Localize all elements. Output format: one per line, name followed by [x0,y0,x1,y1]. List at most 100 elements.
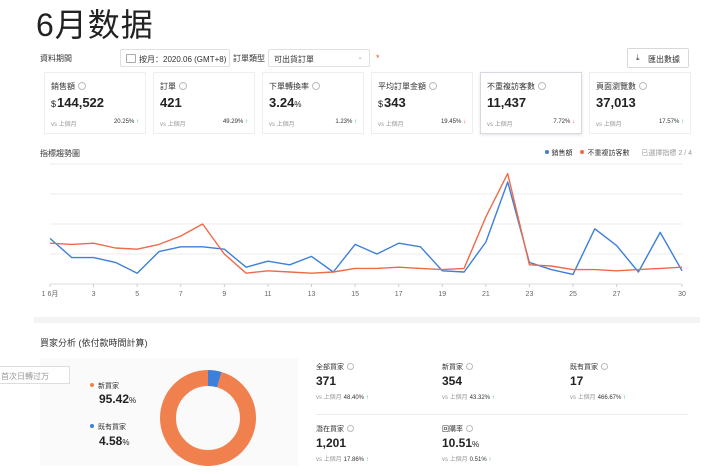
tooltip: 首次日轉过万 [0,366,70,384]
kpi-vs: vs 上個月 [487,122,513,128]
x-tick-label: 23 [526,291,534,298]
metric-existing-buyers: 既有買家 17 vs 上個月 466.67% ↑ [570,362,690,412]
order-type-label: 訂單類型 [233,54,265,63]
legend-label-sales[interactable]: 銷售額 [552,150,573,157]
section-divider [34,317,700,323]
kpi-title: 不重複訪客數 [487,82,535,91]
kpi-card-orders[interactable]: 訂單 421 vs 上個月 49.29% ↑ [153,72,255,134]
metric-value: 1,201 [316,436,347,450]
export-button-label: 匯出數據 [648,55,680,64]
arrow-up-icon: ↑ [488,457,492,463]
order-type-select[interactable]: 可出貨訂單 ⌄ [268,49,370,67]
buyer-donut-chart [160,370,256,466]
arrow-up-icon: ↑ [491,395,495,401]
series-line-visitors [49,172,683,274]
date-picker[interactable]: 按月：2020.06 (GMT+8) [120,49,230,67]
trend-chart-title: 指標趨勢圖 [40,149,80,158]
x-tick-label: 15 [351,291,359,298]
x-tick-label: 17 [395,291,403,298]
kpi-value: 37,013 [596,95,636,110]
kpi-card-visitors[interactable]: 不重複訪客數 11,437 vs 上個月 7.72% ↓ [480,72,582,134]
page-title: 6月数据 [36,7,154,43]
kpi-title: 平均訂單金額 [378,82,426,91]
x-tick-label: 21 [482,291,490,298]
x-tick-label: 13 [308,291,316,298]
metric-change: 0.51% [469,457,487,463]
order-type-value: 可出貨訂單 [274,55,314,64]
kpi-currency: $ [378,99,384,109]
date-picker-value: 按月：2020.06 (GMT+8) [139,55,227,64]
export-button[interactable]: ⤓ 匯出數據 [627,48,689,68]
arrow-up-icon: ↑ [681,119,684,125]
kpi-value: 421 [160,95,182,110]
kpi-vs: vs 上個月 [269,122,295,128]
chart-legend: 銷售額 不重複訪客數 已選擇指標 2 / 4 [539,148,692,158]
new-buyers-label: 新買家 [98,383,119,390]
x-tick-label: 27 [613,291,621,298]
x-tick-label: 1 6月 [42,290,59,298]
arrow-up-icon: ↑ [354,119,357,125]
tooltip-text: 首次日轉过万 [1,372,49,381]
kpi-card-pageviews[interactable]: 頁面瀏覽數 37,013 vs 上個月 17.57% ↑ [589,72,691,134]
info-icon [179,82,187,90]
metric-potential-buyers: 潛在買家 1,201 vs 上個月 17.86% ↑ [316,424,436,474]
calendar-icon [126,54,136,63]
metric-title: 新買家 [442,364,463,371]
metric-title: 潛在買家 [316,426,344,433]
kpi-card-sales[interactable]: 銷售額 $144,522 vs 上個月 20.25% ↑ [44,72,146,134]
info-icon [639,82,647,90]
kpi-card-conversion[interactable]: 下單轉換率 3.24% vs 上個月 1.23% ↑ [262,72,364,134]
kpi-change: 19.45% [440,119,462,125]
kpi-card-avg-order[interactable]: 平均訂單金額 $343 vs 上個月 19.45% ↓ [371,72,473,134]
metric-value: 354 [442,374,463,388]
arrow-up-icon: ↑ [365,457,369,463]
new-buyers-value: 95.42 [99,392,130,406]
kpi-vs: vs 上個月 [160,122,186,128]
existing-buyers-share: 4.58% [99,434,129,448]
info-icon [347,363,354,370]
info-icon [312,82,320,90]
metric-vs: vs 上個月 [316,457,342,463]
metric-title: 既有買家 [570,364,598,371]
metric-change: 48.40% [343,395,365,401]
info-icon [78,82,86,90]
kpi-value: 144,522 [57,95,105,110]
legend-new-buyers: 新買家 [90,381,119,391]
new-buyers-dot [90,383,94,387]
x-tick-label: 3 [92,291,96,298]
kpi-value: 343 [384,95,406,110]
kpi-cards: 銷售額 $144,522 vs 上個月 20.25% ↑ 訂單 421 vs 上… [44,72,694,134]
metric-vs: vs 上個月 [442,457,468,463]
x-tick-label: 7 [179,291,183,298]
metric-new-buyers: 新買家 354 vs 上個月 43.32% ↑ [442,362,562,412]
x-tick-label: 5 [135,291,139,298]
kpi-value: 3.24 [269,95,295,110]
download-icon: ⤓ [636,53,640,62]
info-icon [601,363,608,370]
info-icon [538,82,546,90]
info-icon [466,425,473,432]
x-tick-label: 9 [222,291,226,298]
metric-title: 全部買家 [316,364,344,371]
legend-existing-buyers: 既有買家 [90,422,126,432]
metric-value: 371 [316,374,337,388]
kpi-change: 1.23% [335,119,353,125]
kpi-vs: vs 上個月 [51,122,77,128]
legend-dot-visitors [580,150,585,154]
metric-repurchase-rate: 回購率 10.51% vs 上個月 0.51% ↑ [442,424,562,474]
series-line-sales [49,181,683,276]
kpi-vs: vs 上個月 [378,122,404,128]
chevron-down-icon: ⌄ [357,54,363,61]
arrow-down-icon: ↓ [463,119,466,125]
kpi-change: 20.25% [113,119,135,125]
existing-buyers-dot [90,424,94,428]
metric-vs: vs 上個月 [316,395,342,401]
x-tick-label: 19 [438,291,446,298]
kpi-title: 頁面瀏覽數 [596,82,636,91]
period-label: 資料期間 [40,54,72,63]
kpi-unit: % [294,100,302,109]
metric-unit: % [472,440,480,449]
existing-buyers-unit: % [122,438,130,447]
legend-label-visitors[interactable]: 不重複訪客數 [587,150,629,157]
metrics-divider [316,414,688,415]
